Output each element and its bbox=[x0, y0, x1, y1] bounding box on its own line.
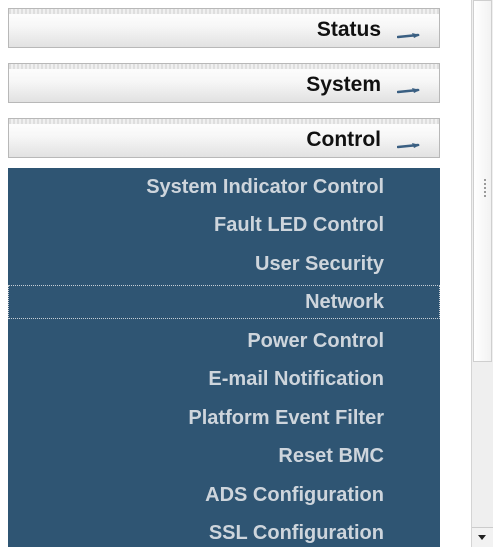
menu-item-label: Fault LED Control bbox=[214, 214, 384, 236]
section-header-label: Control bbox=[306, 128, 381, 151]
menu-item-label: Power Control bbox=[247, 330, 384, 352]
menu-item-label: Platform Event Filter bbox=[188, 407, 384, 429]
menu-item-label: ADS Configuration bbox=[205, 484, 384, 506]
control-submenu: System Indicator Control Fault LED Contr… bbox=[8, 168, 440, 547]
section-header-label: Status bbox=[316, 18, 381, 41]
menu-item-reset-bmc[interactable]: Reset BMC bbox=[8, 439, 440, 473]
menu-item-ssl-configuration[interactable]: SSL Configuration bbox=[8, 516, 440, 547]
menu-item-power-control[interactable]: Power Control bbox=[8, 324, 440, 358]
scrollbar-thumb[interactable] bbox=[473, 0, 492, 362]
grip-icon bbox=[484, 179, 486, 199]
menu-item-label: User Security bbox=[255, 253, 384, 275]
menu-item-user-security[interactable]: User Security bbox=[8, 247, 440, 281]
collapse-arrow-icon bbox=[397, 33, 420, 39]
menu-item-network[interactable]: Network bbox=[8, 285, 440, 319]
triangle-down-icon bbox=[478, 535, 486, 540]
section-header-label: System bbox=[306, 73, 381, 96]
section-header-status[interactable]: Status bbox=[8, 8, 440, 48]
section-header-system[interactable]: System bbox=[8, 63, 440, 103]
menu-item-label: System Indicator Control bbox=[146, 176, 384, 198]
menu-item-fault-led-control[interactable]: Fault LED Control bbox=[8, 208, 440, 242]
menu-item-system-indicator-control[interactable]: System Indicator Control bbox=[8, 170, 440, 204]
section-header-control[interactable]: Control bbox=[8, 118, 440, 158]
menu-item-label: E-mail Notification bbox=[208, 368, 384, 390]
menu-item-label: SSL Configuration bbox=[208, 522, 384, 544]
scroll-down-button[interactable] bbox=[472, 527, 493, 547]
app-window: Status System Control System Indicator C… bbox=[0, 0, 493, 547]
menu-item-platform-event-filter[interactable]: Platform Event Filter bbox=[8, 401, 440, 435]
menu-item-ads-configuration[interactable]: ADS Configuration bbox=[8, 478, 440, 512]
menu-item-label: Reset BMC bbox=[278, 445, 384, 467]
menu-item-email-notification[interactable]: E-mail Notification bbox=[8, 362, 440, 396]
collapse-arrow-icon bbox=[397, 88, 420, 94]
collapse-arrow-icon bbox=[397, 143, 420, 149]
navigation-panel: Status System Control System Indicator C… bbox=[8, 0, 440, 547]
vertical-scrollbar[interactable] bbox=[471, 0, 493, 547]
menu-item-label: Network bbox=[305, 291, 384, 313]
